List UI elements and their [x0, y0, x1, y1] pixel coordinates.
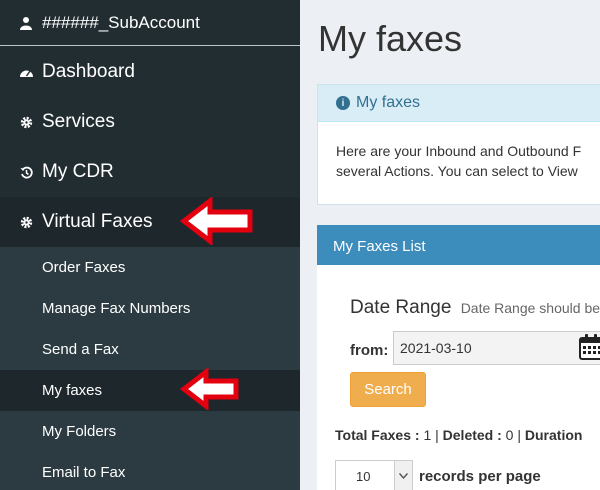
- records-per-page-value: 10: [356, 468, 371, 484]
- from-date-input[interactable]: 2021-03-10: [393, 331, 600, 365]
- records-per-page: 10 records per page: [335, 460, 541, 490]
- gear-icon: [18, 116, 34, 129]
- search-button[interactable]: Search: [350, 372, 426, 407]
- sidebar-item-dashboard[interactable]: Dashboard: [0, 47, 300, 97]
- submenu-item-order-faxes[interactable]: Order Faxes: [0, 247, 300, 288]
- info-text-line: Here are your Inbound and Outbound F: [336, 143, 582, 159]
- faxes-list-box: My Faxes List Date Range Date Range shou…: [317, 225, 600, 490]
- records-per-page-select[interactable]: 10: [335, 460, 413, 490]
- separator: |: [517, 427, 521, 443]
- sidebar: ######_SubAccount Dashboard Services My …: [0, 0, 300, 490]
- sidebar-item-virtual-faxes[interactable]: Virtual Faxes: [0, 197, 300, 247]
- separator: |: [435, 427, 439, 443]
- totals-summary: Total Faxes : 1 | Deleted : 0 | Duration: [335, 427, 582, 443]
- deleted-value: 0: [505, 427, 514, 443]
- history-icon: [18, 166, 34, 179]
- user-icon: [18, 16, 34, 30]
- sidebar-item-label: Virtual Faxes: [42, 211, 153, 232]
- submenu-item-email-to-fax[interactable]: Email to Fax: [0, 452, 300, 490]
- info-text-line: several Actions. You can select to View: [336, 163, 578, 179]
- submenu-item-manage-fax-numbers[interactable]: Manage Fax Numbers: [0, 288, 300, 329]
- from-label: from:: [350, 342, 389, 359]
- account-name: ######_SubAccount: [42, 12, 200, 32]
- calendar-icon[interactable]: [577, 333, 600, 361]
- date-range-label: Date Range: [350, 297, 452, 318]
- info-box-header: i My faxes: [318, 85, 600, 122]
- deleted-label: Deleted :: [442, 427, 502, 443]
- info-box-body: Here are your Inbound and Outbound F sev…: [318, 122, 600, 181]
- sidebar-item-label: My CDR: [42, 161, 114, 182]
- duration-label: Duration: [524, 427, 583, 443]
- arrow-annotation-icon: [180, 368, 239, 410]
- submenu-item-my-folders[interactable]: My Folders: [0, 411, 300, 452]
- sidebar-item-label: Services: [42, 111, 115, 132]
- faxes-list-header: My Faxes List: [317, 227, 600, 265]
- submenu-item-send-a-fax[interactable]: Send a Fax: [0, 329, 300, 370]
- total-faxes-label: Total Faxes :: [335, 427, 420, 443]
- date-range-heading: Date Range Date Range should be: [350, 297, 600, 319]
- submenu-item-my-faxes[interactable]: My faxes: [0, 370, 300, 411]
- chevron-down-icon: [394, 461, 412, 490]
- gear-icon: [18, 216, 34, 229]
- arrow-annotation-icon: [180, 197, 253, 245]
- page-title: My faxes: [318, 18, 463, 59]
- sidebar-item-my-cdr[interactable]: My CDR: [0, 147, 300, 197]
- info-icon: i: [336, 96, 350, 110]
- account-menu[interactable]: ######_SubAccount: [0, 0, 300, 46]
- total-faxes-value: 1: [423, 427, 432, 443]
- info-box: i My faxes Here are your Inbound and Out…: [317, 84, 600, 205]
- info-box-title: My faxes: [356, 94, 421, 111]
- main-content: My faxes i My faxes Here are your Inboun…: [300, 0, 600, 490]
- virtual-faxes-submenu: Order Faxes Manage Fax Numbers Send a Fa…: [0, 247, 300, 490]
- date-range-hint: Date Range should be: [460, 300, 600, 316]
- dashboard-icon: [18, 66, 34, 78]
- sidebar-item-services[interactable]: Services: [0, 97, 300, 147]
- records-per-page-label: records per page: [419, 467, 541, 485]
- sidebar-item-label: Dashboard: [42, 61, 135, 82]
